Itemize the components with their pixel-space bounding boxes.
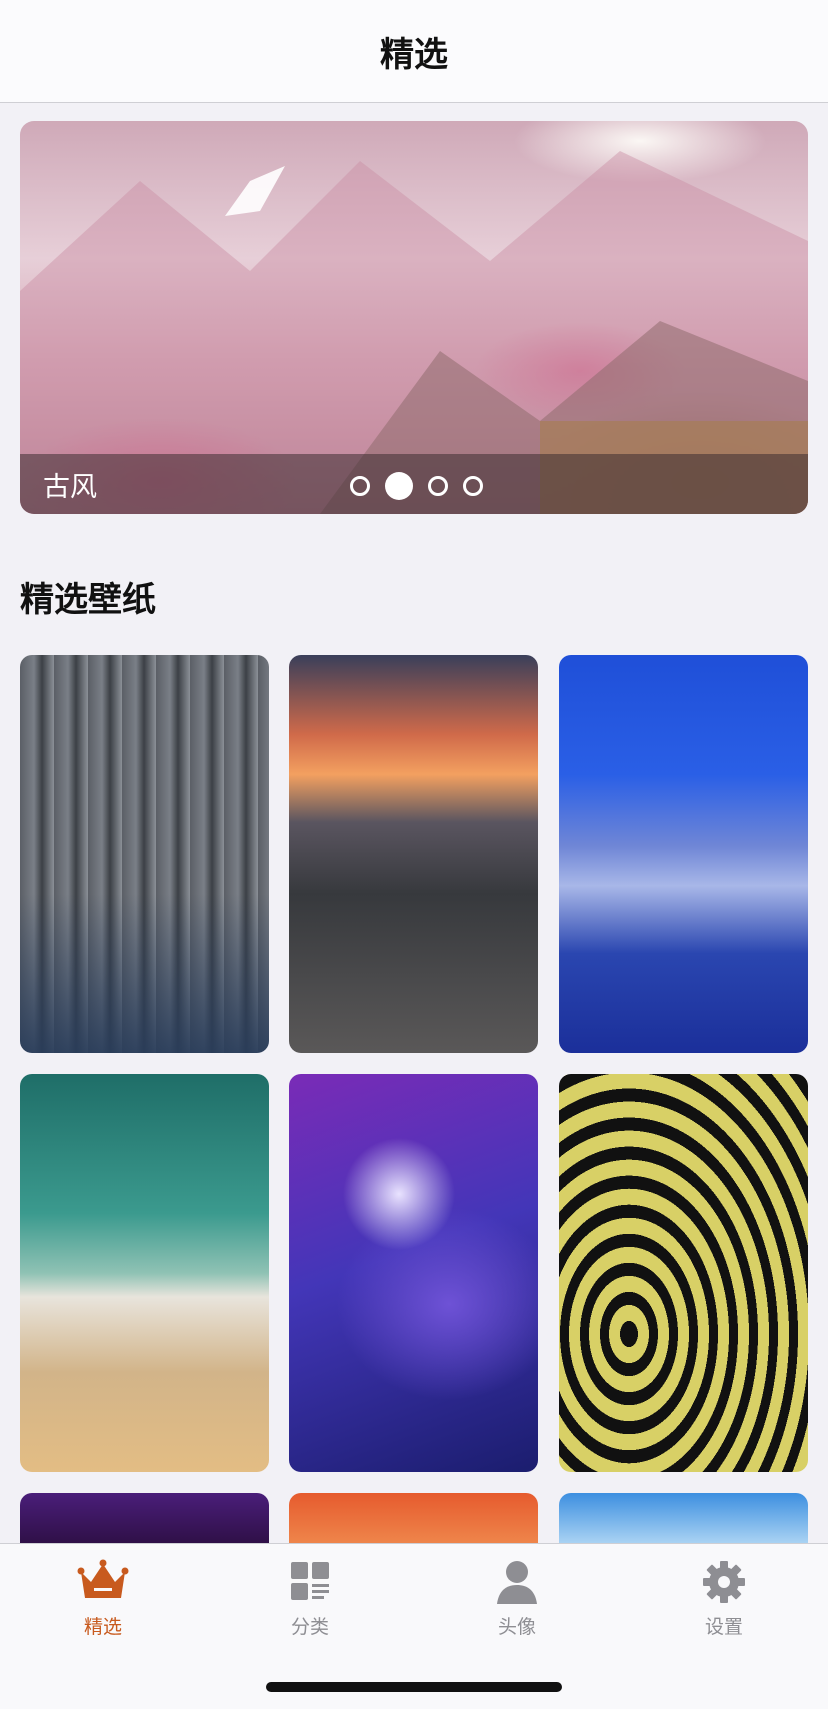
banner-carousel[interactable]: 古风 [20, 121, 808, 514]
wallpaper-card-blue-skyline[interactable] [559, 655, 808, 1053]
page-dot[interactable] [350, 476, 370, 496]
page-dot-active[interactable] [385, 472, 413, 500]
crown-icon [77, 1559, 129, 1598]
page-indicator[interactable] [350, 472, 498, 500]
page-dot[interactable] [428, 476, 448, 496]
tab-label: 头像 [497, 1616, 536, 1638]
section-title: 精选壁纸 [20, 580, 156, 620]
gear-icon [703, 1561, 745, 1603]
tab-settings[interactable]: 设置 [664, 1558, 784, 1639]
tab-featured[interactable]: 精选 [43, 1558, 163, 1639]
navigation-bar: 精选 [0, 0, 828, 103]
page-title: 精选 [380, 34, 448, 75]
wallpaper-card-zebra-pattern[interactable] [559, 1074, 808, 1472]
home-indicator[interactable] [266, 1682, 562, 1692]
wallpaper-card-city-rooftop[interactable] [20, 655, 269, 1053]
banner-caption-bar: 古风 [20, 454, 808, 514]
category-grid-icon [291, 1562, 329, 1600]
tab-label: 分类 [290, 1616, 329, 1638]
banner-caption: 古风 [43, 471, 97, 503]
wallpaper-card-cracked-beach[interactable] [20, 1074, 269, 1472]
wallpaper-card-sunset-promenade[interactable] [289, 655, 538, 1053]
avatar-icon [497, 1561, 537, 1604]
page-dot[interactable] [463, 476, 483, 496]
tab-category[interactable]: 分类 [250, 1558, 370, 1639]
tab-label: 设置 [704, 1616, 743, 1638]
wallpaper-card-purple-nebula[interactable] [289, 1074, 538, 1472]
tab-label: 精选 [83, 1616, 122, 1638]
tab-avatar[interactable]: 头像 [457, 1558, 577, 1639]
